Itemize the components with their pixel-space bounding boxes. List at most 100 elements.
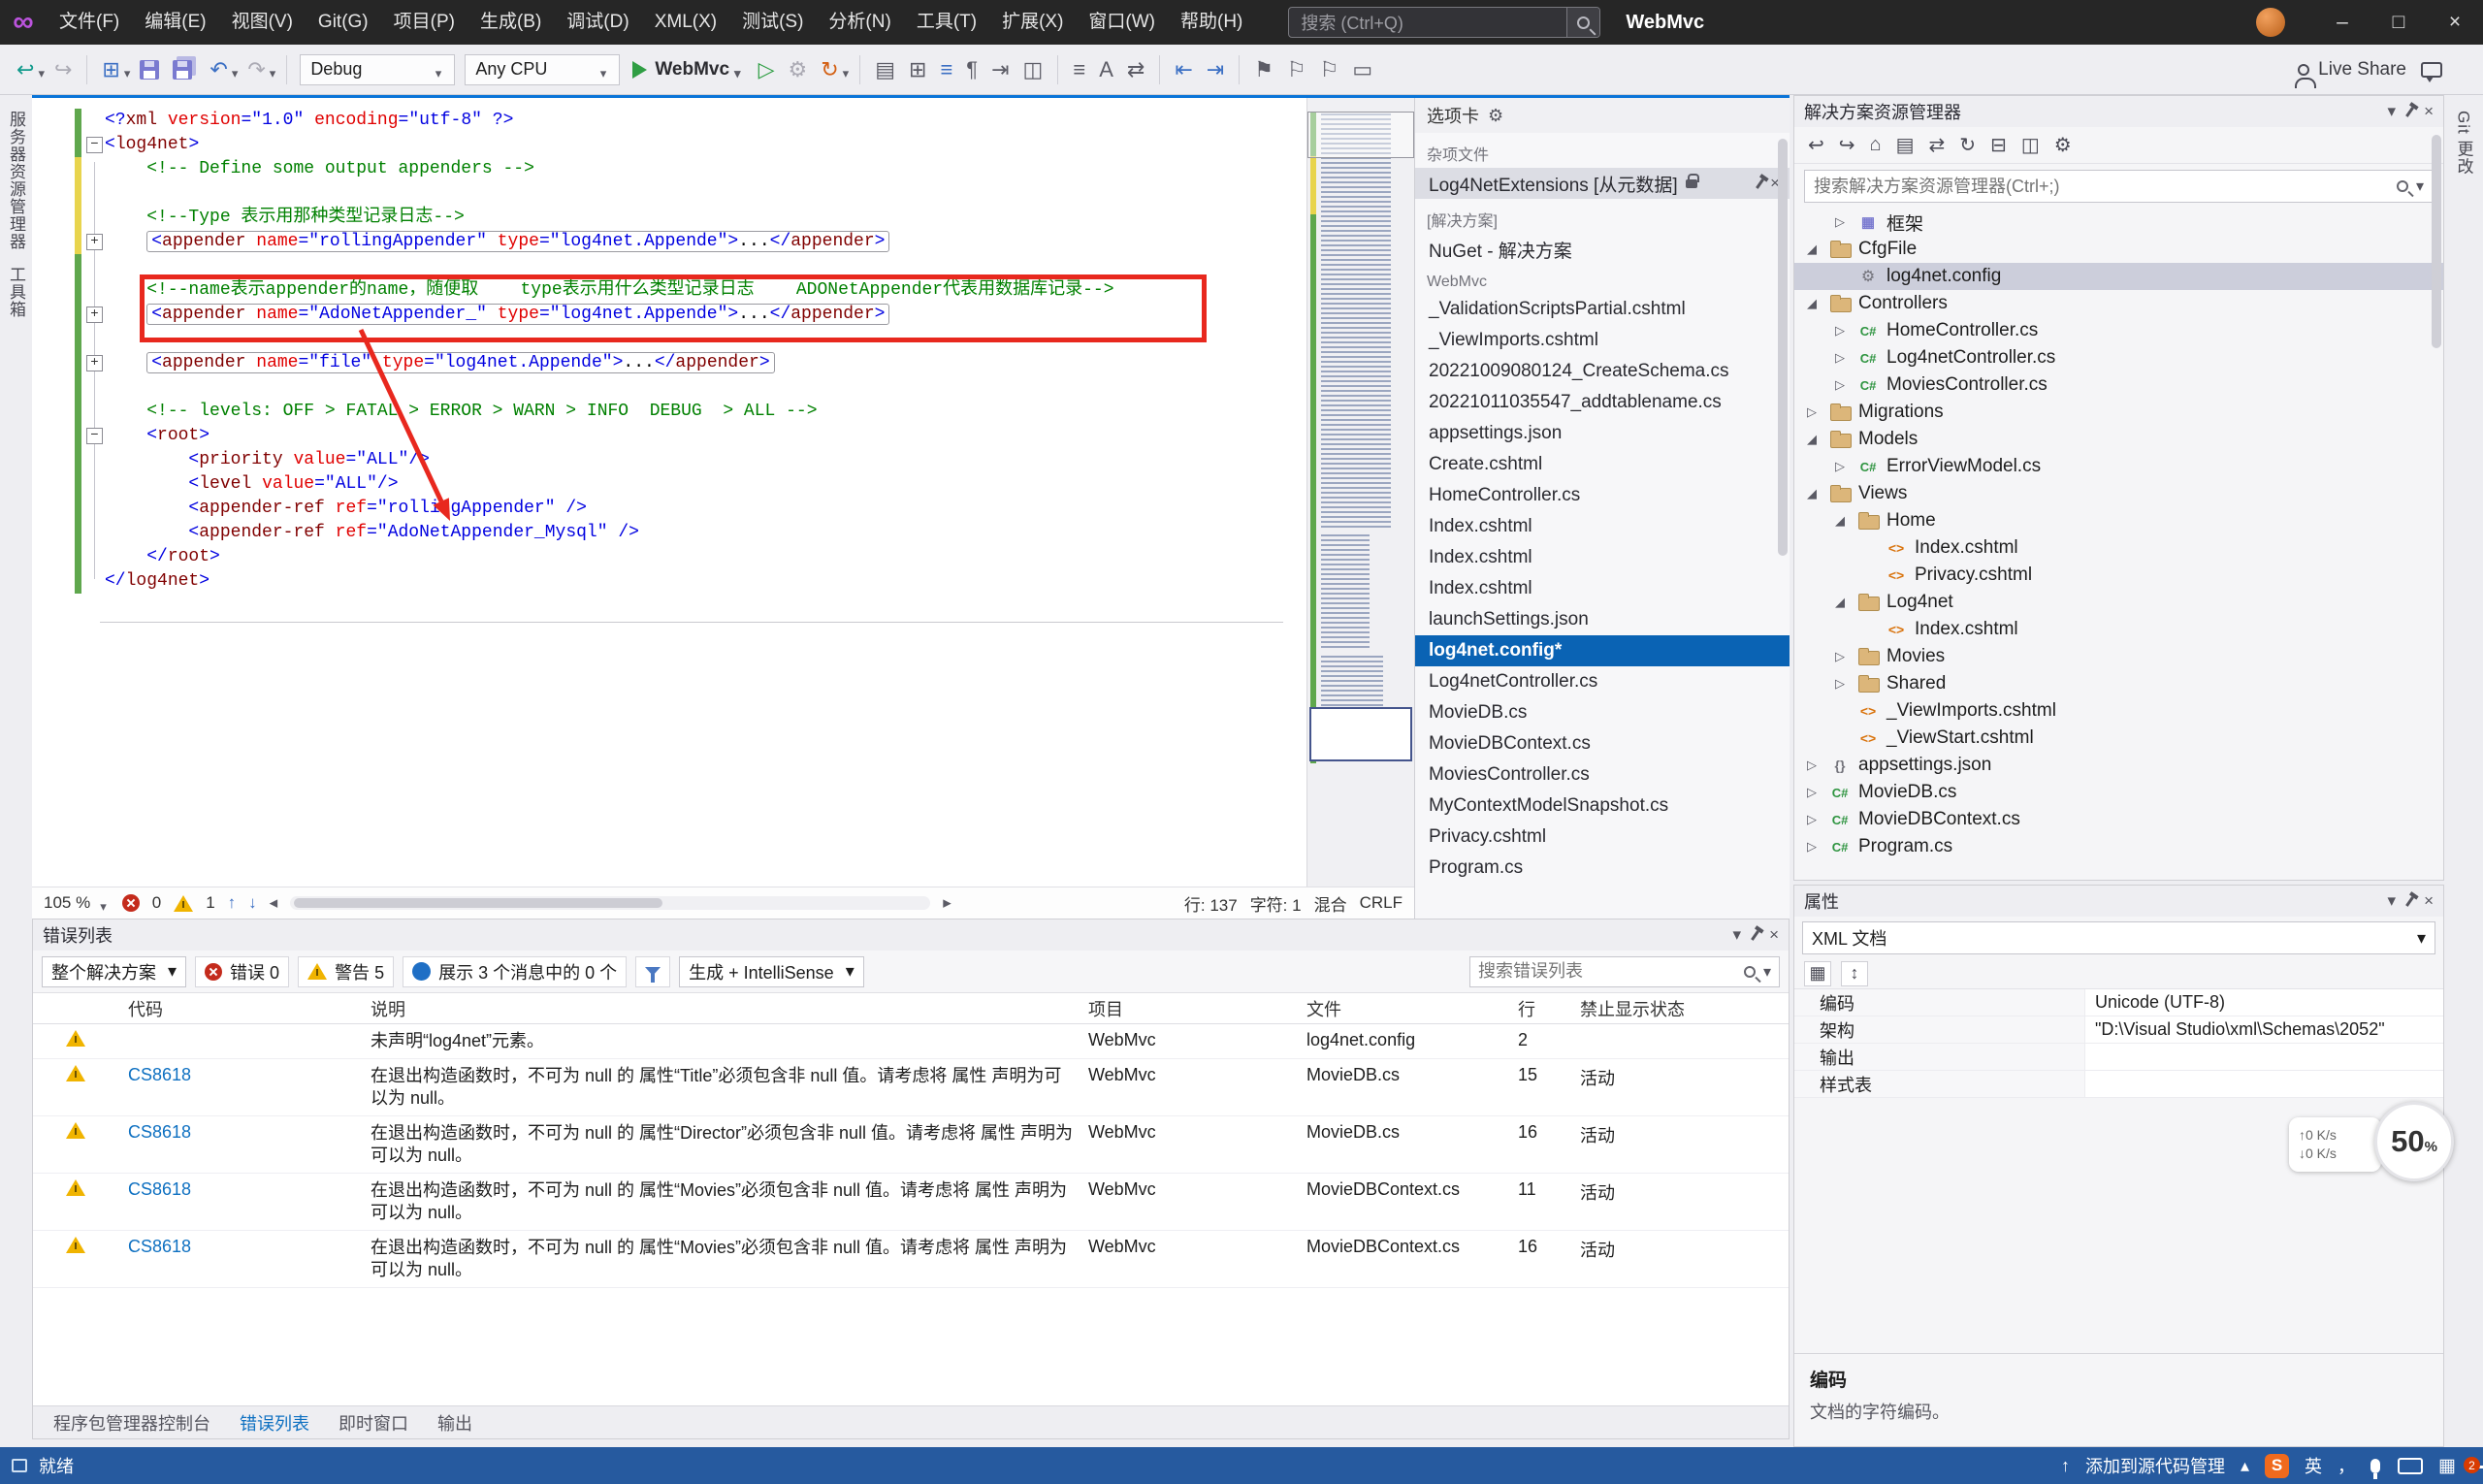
bottom-tab[interactable]: 程序包管理器控制台 [41, 1406, 223, 1439]
horizontal-scrollbar[interactable] [290, 896, 930, 910]
menu-item[interactable]: 文件(F) [47, 0, 132, 45]
property-row[interactable]: 输出 [1794, 1044, 2443, 1071]
code-line[interactable]: </root> [105, 545, 1114, 569]
start-debug-button[interactable]: WebMvc▾ [625, 52, 751, 87]
close-icon[interactable]: × [1769, 925, 1779, 945]
close-button[interactable]: × [2427, 0, 2483, 45]
document-tab[interactable]: MoviesController.cs [1415, 759, 1790, 790]
menu-item[interactable]: 帮助(H) [1168, 0, 1255, 45]
property-value[interactable] [2085, 1044, 2443, 1070]
tree-item[interactable]: ▷C#Program.cs [1794, 833, 2443, 860]
column-header[interactable]: 禁止显示状态 [1570, 996, 1789, 1021]
minimap-viewport[interactable] [1307, 112, 1414, 158]
window-position-icon[interactable]: ▾ [2388, 102, 2397, 121]
text-case-icon[interactable]: A [1092, 52, 1120, 87]
scrollbar-map[interactable] [1306, 98, 1414, 887]
collapsed-region[interactable]: <appender name="rollingAppender" type="l… [146, 231, 889, 252]
document-tab[interactable]: _ValidationScriptsPartial.cshtml [1415, 294, 1790, 325]
code-line[interactable]: <log4net> [105, 133, 1114, 157]
code-line[interactable]: </log4net> [105, 569, 1114, 594]
tree-item[interactable]: ◢Log4net [1794, 589, 2443, 616]
bottom-tab[interactable]: 即时窗口 [326, 1406, 421, 1439]
properties-object-select[interactable]: XML 文档▾ [1802, 921, 2435, 954]
chevron-down-icon[interactable]: ▾ [38, 66, 45, 81]
bottom-tab[interactable]: 输出 [425, 1406, 485, 1439]
next-bookmark-icon[interactable]: ⚐ [1313, 52, 1346, 87]
scroll-left-icon[interactable]: ◂ [270, 893, 278, 913]
live-share-button[interactable]: Live Share [2298, 59, 2473, 81]
document-tab[interactable]: Log4netController.cs [1415, 666, 1790, 697]
ime-logo-icon[interactable]: S [2265, 1454, 2289, 1478]
configuration-select[interactable]: Debug▾ [300, 54, 455, 85]
tree-item[interactable]: ◢Views [1794, 480, 2443, 507]
tree-item[interactable]: ◢Controllers [1794, 290, 2443, 317]
add-to-source-control-button[interactable]: 添加到源代码管理 [2085, 1453, 2225, 1478]
build-intellisense-select[interactable]: 生成 + IntelliSense▾ [679, 956, 864, 987]
expander-icon[interactable]: ▷ [1830, 676, 1850, 692]
document-tab[interactable]: log4net.config* [1415, 635, 1790, 666]
new-project-icon[interactable]: ⊞ [95, 52, 126, 87]
menu-item[interactable]: 分析(N) [816, 0, 903, 45]
se-toolbar-button[interactable]: ↻ [1959, 133, 1976, 157]
expander-icon[interactable]: ▷ [1830, 214, 1850, 230]
save-all-icon[interactable] [173, 60, 192, 80]
tree-item[interactable]: ◢CfgFile [1794, 236, 2443, 263]
collapse-toggle-closed[interactable]: + [86, 306, 103, 323]
document-tab[interactable]: Create.cshtml [1415, 449, 1790, 480]
menu-item[interactable]: Git(G) [306, 0, 381, 45]
chevron-down-icon[interactable]: ▾ [124, 66, 131, 81]
tree-item[interactable]: <>_ViewImports.cshtml [1794, 697, 2443, 725]
nav-back-icon[interactable]: ↩ [10, 52, 41, 87]
filter-button[interactable] [635, 956, 670, 987]
document-tab[interactable]: appsettings.json [1415, 418, 1790, 449]
vertical-tabs-scrollbar[interactable] [1778, 139, 1788, 556]
toolbar-icon[interactable]: ≡ [933, 52, 959, 87]
se-toolbar-button[interactable]: ⌂ [1870, 134, 1882, 156]
code-line[interactable]: <priority value="ALL"/> [105, 448, 1114, 472]
tree-item[interactable]: ▷C#MoviesController.cs [1794, 371, 2443, 399]
keyboard-icon[interactable] [2398, 1458, 2423, 1474]
error-row[interactable]: CS8618在退出构造函数时，不可为 null 的 属性“Movies”必须包含… [33, 1231, 1789, 1288]
error-search-input[interactable] [1478, 961, 1736, 982]
chevron-down-icon[interactable]: ▾ [1763, 962, 1771, 982]
window-position-icon[interactable]: ▾ [2388, 891, 2397, 911]
error-row[interactable]: CS8618在退出构造函数时，不可为 null 的 属性“Movies”必须包含… [33, 1174, 1789, 1231]
document-tab[interactable]: 20221011035547_addtablename.cs [1415, 387, 1790, 418]
messages-filter-button[interactable]: 展示 3 个消息中的 0 个 [403, 956, 627, 987]
tree-item[interactable]: ▷Shared [1794, 670, 2443, 697]
code-line[interactable]: <!--Type 表示用那种类型记录日志--> [105, 206, 1114, 230]
zoom-level[interactable]: 105 % [44, 893, 90, 913]
document-tab[interactable]: MovieDB.cs [1415, 697, 1790, 728]
solution-explorer-scrollbar[interactable] [2432, 135, 2441, 348]
solution-search-box[interactable]: ▾ [1804, 170, 2434, 203]
solution-search-input[interactable] [1814, 177, 2389, 197]
error-code-link[interactable]: CS8618 [128, 1237, 191, 1256]
expander-icon[interactable]: ▷ [1830, 323, 1850, 339]
error-code-link[interactable]: CS8618 [128, 1065, 191, 1084]
tree-item[interactable]: ▷C#MovieDBContext.cs [1794, 806, 2443, 833]
code-editor[interactable]: −+++− <?xml version="1.0" encoding="utf-… [32, 98, 1306, 887]
ime-punctuation-toggle[interactable]: ， [2338, 1453, 2355, 1478]
expander-icon[interactable]: ◢ [1830, 595, 1850, 610]
tree-item[interactable]: <>Privacy.cshtml [1794, 562, 2443, 589]
error-search-box[interactable]: ▾ [1469, 956, 1780, 987]
indent-icon[interactable]: ⇥ [1200, 52, 1231, 87]
tree-item[interactable]: ▷C#Log4netController.cs [1794, 344, 2443, 371]
maximize-button[interactable]: □ [2370, 0, 2427, 45]
expander-icon[interactable]: ▷ [1802, 404, 1822, 420]
indent-icon[interactable]: ⇥ [984, 52, 1016, 87]
code-line[interactable] [105, 181, 1114, 206]
column-header[interactable]: 代码 [118, 996, 361, 1021]
bookmark-icon[interactable]: ⚑ [1247, 52, 1280, 87]
menu-item[interactable]: 扩展(X) [989, 0, 1076, 45]
code-line[interactable]: <level value="ALL"/> [105, 472, 1114, 497]
tree-item[interactable]: ▷C#ErrorViewModel.cs [1794, 453, 2443, 480]
attach-icon[interactable]: ⚙ [782, 52, 815, 87]
collapse-toggle-closed[interactable]: + [86, 355, 103, 371]
error-code-link[interactable]: CS8618 [128, 1179, 191, 1199]
se-toolbar-button[interactable]: ⚙ [2054, 133, 2072, 157]
line-ending[interactable]: CRLF [1360, 893, 1403, 913]
pin-icon[interactable] [1751, 930, 1759, 941]
code-line[interactable]: <appender-ref ref="AdoNetAppender_Mysql"… [105, 521, 1114, 545]
error-row[interactable]: 未声明“log4net”元素。WebMvclog4net.config2 [33, 1024, 1789, 1059]
